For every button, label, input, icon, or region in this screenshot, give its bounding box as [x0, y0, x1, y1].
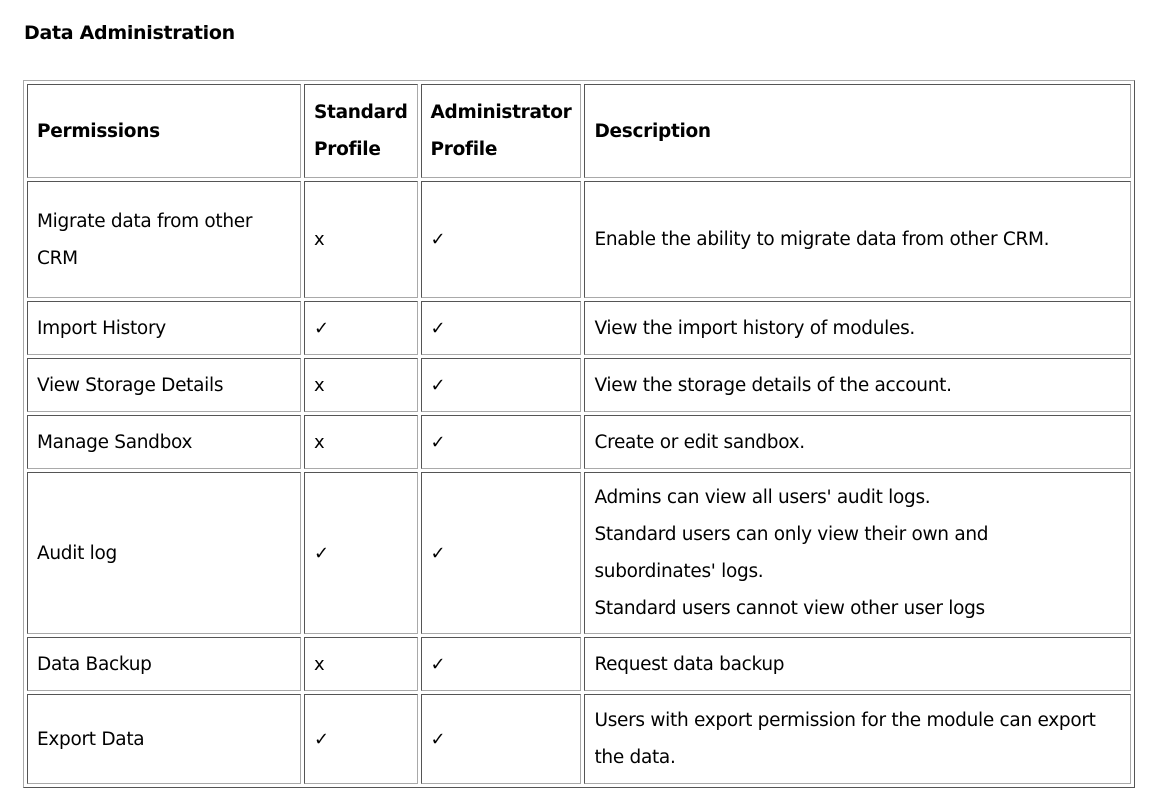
standard-profile-cell: x [304, 415, 418, 469]
header-admin-line: Profile [430, 139, 498, 160]
description-cell-line: Enable the ability to migrate data from … [594, 229, 1050, 250]
administrator-profile-cell: ✓ [420, 358, 582, 412]
header-admin-line: Administrator [430, 102, 572, 123]
description-cell-line: Standard users cannot view other user lo… [594, 598, 985, 619]
permission-cell-line: Export Data [37, 728, 145, 750]
table-row: Data Backup x ✓ Request data backup [27, 637, 1131, 691]
table-header-row: Permissions Standard Profile Administrat… [27, 84, 1131, 178]
description-cell-line: Admins can view all users' audit logs. [594, 487, 931, 508]
description-cell-line: View the import history of modules. [594, 317, 916, 339]
description-cell-line: Standard users can only view their own a… [594, 524, 989, 545]
permission-mark-icon: x [314, 374, 325, 396]
permission-mark-icon: ✓ [430, 374, 446, 396]
description-cell: Enable the ability to migrate data from … [584, 181, 1131, 298]
description-cell: Admins can view all users' audit logs. St… [584, 472, 1131, 634]
table-row: View Storage Details x ✓ View the storage d… [27, 358, 1131, 412]
administrator-profile-cell: ✓ [420, 472, 582, 634]
permission-cell-line: View Storage Details [37, 374, 224, 396]
permission-mark-icon: ✓ [430, 317, 446, 339]
permission-mark-icon: x [314, 229, 325, 250]
permission-cell: Import History [27, 301, 301, 355]
permission-cell-line: Import History [37, 317, 166, 339]
permission-mark-icon: ✓ [430, 431, 446, 453]
table-row: Export Data ✓ ✓ Users with export permissio… [27, 694, 1131, 784]
header-standard-line: Profile [314, 139, 381, 160]
standard-profile-cell: ✓ [304, 301, 418, 355]
permission-cell-line: CRM [37, 247, 78, 269]
administrator-profile-cell: ✓ [420, 301, 582, 355]
permission-mark-icon: x [314, 431, 325, 453]
description-cell: Request data backup [584, 637, 1131, 691]
header-standard-line: Standard [314, 102, 408, 123]
description-cell-line: Users with export permission for the mod… [594, 710, 1096, 731]
administrator-profile-cell: ✓ [420, 181, 582, 298]
standard-profile-cell: x [304, 637, 418, 691]
permission-cell: Manage Sandbox [27, 415, 301, 469]
administrator-profile-cell: ✓ [420, 637, 582, 691]
permissions-table: Permissions Standard Profile Administrat… [23, 80, 1135, 788]
permission-mark-icon: ✓ [430, 229, 446, 250]
permission-mark-icon: ✓ [430, 653, 446, 675]
permission-cell: Audit log [27, 472, 301, 634]
permission-mark-icon: ✓ [314, 542, 329, 564]
permission-mark-icon: x [314, 653, 325, 675]
table-row: Import History ✓ ✓ View the import history … [27, 301, 1131, 355]
permission-cell-line: Data Backup [37, 653, 152, 675]
administrator-profile-cell: ✓ [420, 415, 582, 469]
administrator-profile-cell: ✓ [420, 694, 582, 784]
permission-mark-icon: ✓ [314, 317, 329, 339]
permission-mark-icon: ✓ [314, 728, 329, 750]
description-cell-line: the data. [594, 747, 676, 768]
section-title: Data Administration [24, 22, 235, 44]
permission-cell: View Storage Details [27, 358, 301, 412]
permission-cell-line: Audit log [37, 542, 117, 564]
standard-profile-cell: x [304, 358, 418, 412]
description-cell-line: Create or edit sandbox. [594, 431, 805, 453]
table-row: Manage Sandbox x ✓ Create or edit sandbox. [27, 415, 1131, 469]
standard-profile-cell: ✓ [304, 694, 418, 784]
table-row: Migrate data from other CRM x ✓ Enable the a… [27, 181, 1131, 298]
standard-profile-cell: x [304, 181, 418, 298]
description-cell-line: Request data backup [594, 653, 785, 675]
permission-cell: Data Backup [27, 637, 301, 691]
permission-mark-icon: ✓ [430, 728, 446, 750]
permission-cell: Export Data [27, 694, 301, 784]
description-cell: View the storage details of the account. [584, 358, 1131, 412]
header-permissions: Permissions [27, 84, 301, 178]
standard-profile-cell: ✓ [304, 472, 418, 634]
table-row: Audit log ✓ ✓ Admins can view all users' au… [27, 472, 1131, 634]
description-cell: Create or edit sandbox. [584, 415, 1131, 469]
permission-cell-line: Migrate data from other [37, 210, 253, 232]
description-cell-line: View the storage details of the account. [594, 374, 952, 396]
header-description: Description [584, 84, 1131, 178]
permission-cell-line: Manage Sandbox [37, 431, 193, 453]
header-standard-profile: Standard Profile [304, 84, 418, 178]
description-cell: View the import history of modules. [584, 301, 1131, 355]
header-administrator-profile: Administrator Profile [420, 84, 582, 178]
permission-cell: Migrate data from other CRM [27, 181, 301, 298]
table-body: Migrate data from other CRM x ✓ Enable the a… [27, 181, 1131, 784]
description-cell: Users with export permission for the mod… [584, 694, 1131, 784]
description-cell-line: subordinates' logs. [594, 561, 764, 582]
permission-mark-icon: ✓ [430, 542, 446, 564]
